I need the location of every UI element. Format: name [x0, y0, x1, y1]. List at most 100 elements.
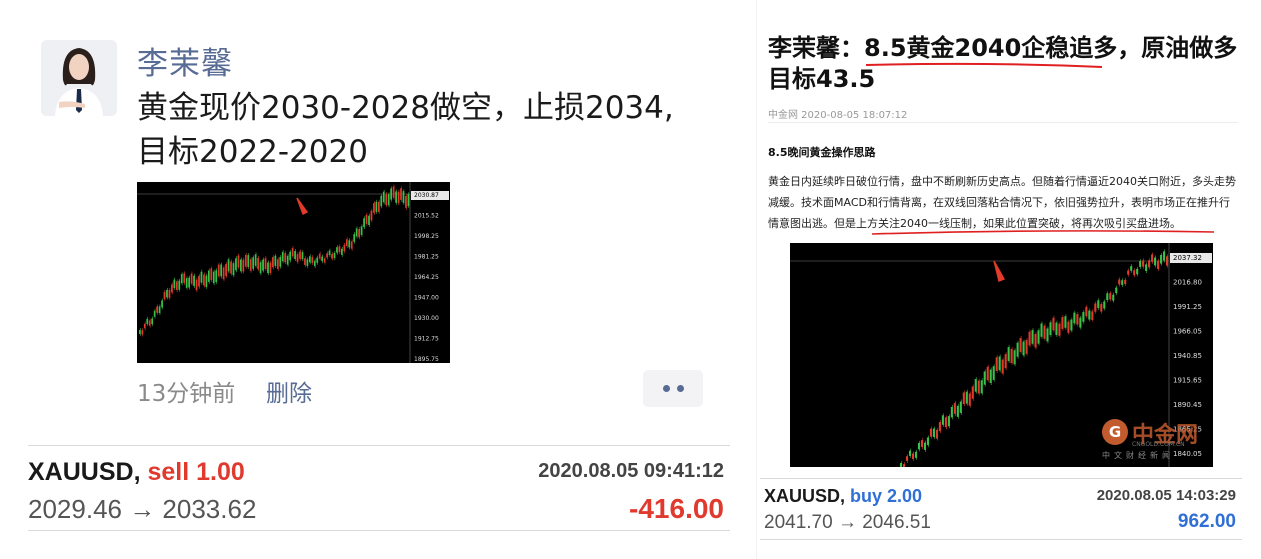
candle-body	[944, 417, 947, 428]
candle-body	[166, 289, 168, 298]
candle-body	[326, 253, 328, 258]
candle-body	[185, 278, 188, 288]
delete-link[interactable]: 删除	[266, 374, 312, 408]
candle-body	[306, 259, 309, 266]
candle-body	[180, 274, 183, 284]
article-heading: 8.5晚间黄金操作思路	[768, 146, 876, 159]
candle-body	[1013, 350, 1016, 365]
candle-body	[390, 188, 393, 200]
candle-body	[1001, 359, 1004, 374]
candle-body	[1109, 293, 1112, 300]
price-axis-label: 1930.00	[414, 315, 439, 322]
candle-body	[284, 253, 287, 263]
candle-body	[908, 450, 912, 456]
candle-body	[1085, 306, 1088, 317]
candle-body	[950, 406, 953, 418]
candle-body	[1145, 264, 1148, 272]
candle-body	[156, 306, 158, 313]
candle-body	[1037, 330, 1040, 344]
candle-body	[323, 258, 326, 263]
candle-body	[294, 250, 296, 259]
candle-body	[148, 320, 151, 326]
candle-body	[385, 194, 388, 205]
candle-body	[1139, 261, 1142, 267]
candle-body	[153, 310, 156, 317]
candle-body	[190, 273, 193, 284]
candle-body	[281, 251, 284, 262]
candle-body	[1007, 347, 1010, 362]
candle-body	[1055, 322, 1058, 335]
post-time: 13分钟前	[137, 381, 236, 407]
candle-body	[938, 422, 941, 432]
candle-body	[291, 248, 294, 257]
candle-body	[1166, 256, 1169, 266]
panel-divider	[756, 0, 757, 559]
candle-body	[395, 191, 397, 203]
candle-body	[986, 366, 989, 381]
candle-body	[1157, 260, 1160, 269]
candle-body	[232, 263, 235, 276]
avatar-image	[41, 40, 117, 116]
candle-body	[212, 271, 215, 284]
candle-body	[328, 250, 331, 256]
candle-body	[139, 330, 141, 334]
price-axis-label: 2016.80	[1173, 279, 1202, 287]
candle-body	[980, 380, 983, 394]
candle-body	[917, 442, 921, 450]
candle-body	[1076, 314, 1079, 325]
candle-body	[336, 247, 338, 253]
article-title-highlight: 8.5黄金2040企稳追多	[864, 34, 1118, 62]
candle-body	[1103, 301, 1106, 309]
trade-prices: 2029.46 → 2033.62	[28, 494, 257, 524]
candle-body	[1022, 341, 1025, 356]
candle-body	[1160, 254, 1163, 264]
candle-body	[1091, 311, 1094, 320]
candle-body	[1043, 325, 1046, 339]
post-text-line-1: 黄金现价2030-2028做空，止损2034,	[137, 90, 674, 126]
candle-body	[977, 380, 980, 394]
post-chart-image[interactable]: 2030.87 2015.52 1998.25 1981.25 1964.25 1947.…	[137, 182, 450, 363]
candle-body	[965, 391, 968, 404]
candle-body	[217, 264, 220, 277]
candle-body	[341, 248, 343, 255]
candle-body	[178, 280, 181, 290]
candle-body	[971, 386, 974, 399]
article-chart-image[interactable]: 2037.32 2016.80 1991.25 1966.05 1940.85 1915.…	[790, 243, 1213, 471]
candle-body	[992, 366, 995, 380]
trade-symbol: XAUUSD, buy 2.00	[764, 486, 923, 506]
candle-body	[387, 194, 390, 206]
candle-body	[962, 392, 965, 405]
candle-body	[318, 253, 321, 259]
candle-body	[141, 330, 144, 335]
candle-body	[1100, 304, 1103, 312]
price-axis-label: 1947.00	[414, 295, 439, 302]
poster-name[interactable]: 李茉馨	[137, 38, 233, 83]
candle-body	[932, 428, 935, 438]
candle-body	[402, 191, 405, 203]
candle-body	[995, 357, 998, 372]
candle-body	[264, 258, 267, 269]
candle-body	[1088, 310, 1091, 320]
more-button[interactable]	[643, 370, 703, 407]
candle-body	[1070, 319, 1073, 331]
body-underline	[871, 230, 1215, 235]
moments-post: 李茉馨 黄金现价2030-2028做空，止损2034, 目标2022-2020 …	[0, 0, 740, 440]
candle-body	[355, 228, 358, 237]
candle-body	[269, 262, 272, 274]
candle-body	[1118, 279, 1121, 285]
price-axis-label: 2015.52	[414, 213, 439, 220]
candle-body	[259, 262, 262, 274]
candle-body	[210, 268, 213, 280]
candle-body	[929, 428, 932, 437]
candle-body	[941, 415, 944, 425]
candle-body	[230, 261, 232, 274]
candle-body	[240, 259, 242, 272]
price-axis-label: 1890.45	[1173, 401, 1202, 409]
candle-body	[1154, 257, 1157, 266]
candle-body	[400, 188, 402, 200]
candle-body	[252, 257, 255, 269]
trade-prices: 2041.70 → 2046.51	[764, 512, 931, 533]
candle-body	[195, 279, 198, 291]
candle-body	[1040, 323, 1043, 337]
avatar[interactable]	[41, 40, 117, 116]
